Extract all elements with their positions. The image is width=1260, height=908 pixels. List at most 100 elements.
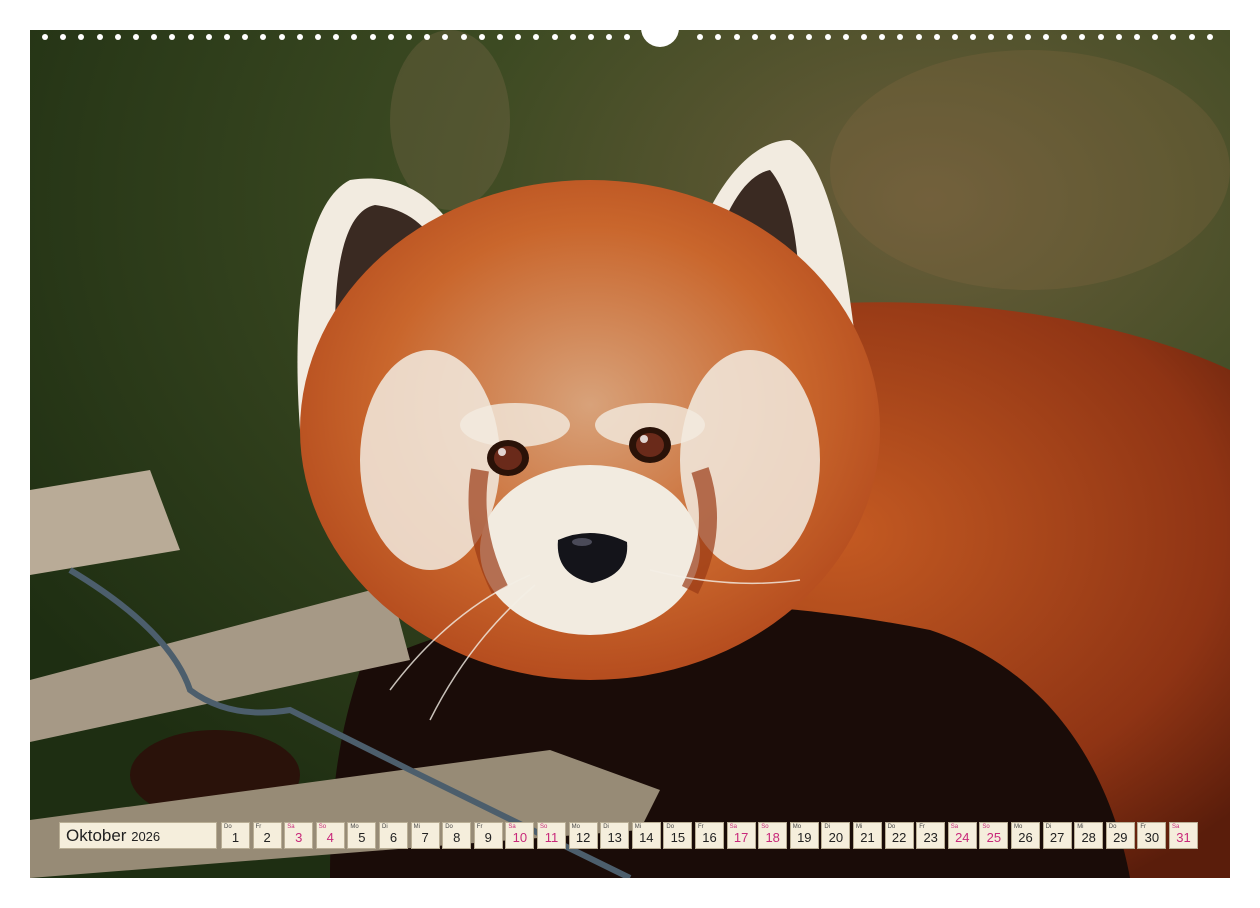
day-cell: Di 13 — [600, 822, 630, 849]
day-cell: Mi 21 — [853, 822, 882, 849]
binding-hole — [752, 34, 758, 40]
day-cell: Mo 12 — [568, 822, 598, 849]
binding-hole — [97, 34, 103, 40]
binding-hole — [570, 34, 576, 40]
day-cell: So 11 — [537, 822, 566, 849]
binding-hole — [224, 34, 230, 40]
day-number: 7 — [421, 830, 429, 845]
binding-hole — [770, 34, 776, 40]
binding-hole — [734, 34, 740, 40]
binding-hole — [934, 34, 940, 40]
binding-hole — [606, 34, 612, 40]
binding-hole — [461, 34, 467, 40]
day-number: 29 — [1113, 830, 1128, 845]
day-cell: Mo 19 — [789, 822, 819, 849]
day-number: 3 — [295, 830, 303, 845]
day-cell: Fr 9 — [473, 822, 503, 849]
day-cell: Do 15 — [663, 822, 693, 849]
binding-hole — [533, 34, 539, 40]
day-number: 6 — [389, 830, 398, 845]
day-cell: Mi 28 — [1074, 822, 1104, 849]
day-number: 11 — [544, 830, 559, 845]
day-cell: Do 29 — [1105, 822, 1135, 849]
day-number: 14 — [639, 830, 654, 845]
month-name: Oktober — [66, 826, 127, 845]
binding-hole — [806, 34, 812, 40]
day-number: 22 — [891, 830, 907, 845]
binding-hole — [1134, 34, 1140, 40]
binding-hole — [388, 34, 394, 40]
day-number: 25 — [986, 830, 1002, 845]
day-number: 26 — [1018, 830, 1033, 845]
year-label: 2026 — [131, 829, 161, 844]
binding-hole — [1116, 34, 1122, 40]
binding-hole — [115, 34, 121, 40]
day-cell: Mi 14 — [631, 822, 661, 849]
binding-hole — [1152, 34, 1158, 40]
binding-hole — [879, 34, 885, 40]
day-number: 4 — [326, 830, 334, 845]
day-cell: Sa 3 — [284, 822, 314, 849]
day-number: 19 — [797, 830, 812, 845]
day-number: 27 — [1049, 830, 1065, 845]
binding-hole — [552, 34, 558, 40]
day-number: 15 — [670, 830, 686, 845]
binding-hole — [970, 34, 976, 40]
binding-hole — [1061, 34, 1067, 40]
day-number: 5 — [358, 830, 366, 845]
binding-hole — [260, 34, 266, 40]
hanger-hole — [641, 28, 679, 47]
day-number: 2 — [263, 830, 271, 845]
binding-hole — [897, 34, 903, 40]
binding-hole — [624, 34, 630, 40]
binding-hole — [788, 34, 794, 40]
binding-hole — [1098, 34, 1104, 40]
binding-hole — [1043, 34, 1049, 40]
day-number: 20 — [828, 830, 844, 845]
day-cell: Fr 16 — [695, 822, 724, 849]
day-cell: Do 22 — [884, 822, 914, 849]
binding-hole — [206, 34, 212, 40]
day-number: 30 — [1144, 830, 1160, 845]
red-panda-photo — [30, 30, 1230, 878]
binding-hole — [952, 34, 958, 40]
day-number: 10 — [512, 830, 528, 845]
day-cell: Sa 10 — [505, 822, 535, 849]
binding-hole — [1079, 34, 1085, 40]
day-number: 23 — [923, 830, 938, 845]
binding-hole — [370, 34, 376, 40]
binding-hole — [297, 34, 303, 40]
day-number: 9 — [484, 830, 492, 845]
binding-hole — [715, 34, 721, 40]
day-number: 17 — [733, 830, 749, 845]
binding-hole — [151, 34, 157, 40]
binding-hole — [60, 34, 66, 40]
binding-hole — [1189, 34, 1195, 40]
binding-hole — [1207, 34, 1213, 40]
binding-hole — [588, 34, 594, 40]
day-cell: Sa 17 — [726, 822, 756, 849]
binding-hole — [188, 34, 194, 40]
day-cell: Fr 30 — [1137, 822, 1167, 849]
binding-hole — [406, 34, 412, 40]
day-number: 31 — [1176, 830, 1191, 845]
day-number: 16 — [702, 830, 717, 845]
day-cell: Fr 2 — [252, 822, 282, 849]
day-cell: Di 6 — [379, 822, 408, 849]
binding-hole — [315, 34, 321, 40]
day-cell: Mi 7 — [410, 822, 440, 849]
day-number: 8 — [453, 830, 461, 845]
day-cell: Sa 24 — [947, 822, 977, 849]
binding-hole — [133, 34, 139, 40]
day-cell: Di 20 — [821, 822, 851, 849]
day-cell: So 25 — [979, 822, 1009, 849]
day-cell: Do 1 — [221, 822, 250, 849]
binding-hole — [697, 34, 703, 40]
binding-hole — [916, 34, 922, 40]
day-cell: So 18 — [758, 822, 788, 849]
day-number: 28 — [1081, 830, 1096, 845]
binding-hole — [242, 34, 248, 40]
binding-hole — [497, 34, 503, 40]
binding-hole — [1007, 34, 1013, 40]
binding-hole — [78, 34, 84, 40]
